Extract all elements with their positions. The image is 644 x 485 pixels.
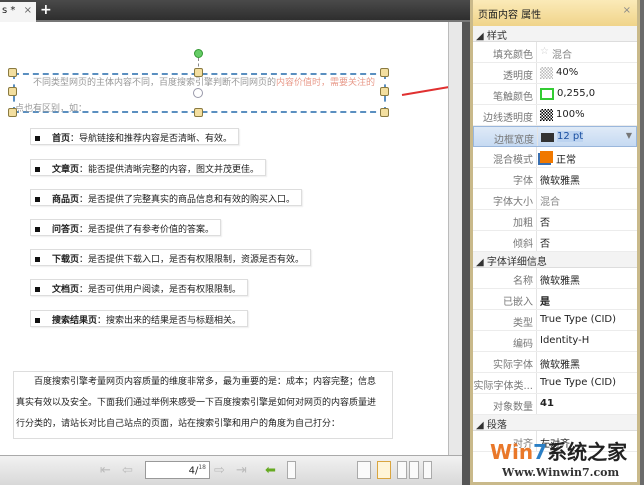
new-tab-button[interactable]: + [40, 2, 52, 18]
prop-object-count: 对象数量 41 [473, 394, 637, 415]
paragraph-line: 真实有效以及安全。下面我们通过举例来感受一下百度搜索引擎是如何对网页的内容质量进 [16, 398, 377, 408]
prop-font-size[interactable]: 字体大小 混合 [473, 189, 637, 210]
first-page-icon[interactable]: ⇤ [100, 463, 111, 479]
tab-bar: s * × + [0, 0, 470, 22]
splitter[interactable] [462, 22, 470, 485]
line-width-icon [541, 133, 554, 142]
prop-stroke-color[interactable]: 笔触颜色 0,255,0 [473, 84, 637, 105]
list-item[interactable]: 首页：导航链接和推荐内容是否清晰、有效。 [30, 128, 240, 145]
paragraph-line: 百度搜索引擎考量网页内容质量的维度非常多，最为重要的是：成本；内容完整；信息 [34, 377, 377, 387]
center-point-icon [193, 88, 203, 98]
paragraph-line: 行分类的，请站长对比自己站点的页面，站在搜索引擎和用户的角度为自己打分： [16, 419, 341, 429]
prop-encoding: 编码 Identity-H [473, 331, 637, 352]
prop-actual-font: 实际字体 微软雅黑 [473, 352, 637, 373]
prop-border-width[interactable]: 边框宽度 12 pt ▼ [473, 126, 637, 147]
paragraph-box[interactable]: 百度搜索引擎考量网页内容质量的维度非常多，最为重要的是：成本；内容完整；信息 真… [13, 371, 393, 439]
document-area: s * × + 不同类型网页的主体内容不同，百度搜索引擎判断不同网页的内容价值时，… [0, 0, 470, 485]
checker-icon [540, 109, 553, 121]
last-page-icon[interactable]: ⇥ [236, 463, 247, 479]
prop-font-type: 类型 True Type (CID) [473, 310, 637, 331]
resize-handle[interactable] [194, 68, 203, 77]
section-style[interactable]: ◢ 样式 [473, 26, 637, 42]
selected-text-line1: 不同类型网页的主体内容不同，百度搜索引擎判断不同网页的内容价值时，需要关注的 [33, 78, 376, 88]
resize-handle[interactable] [380, 108, 389, 117]
vertical-scrollbar[interactable] [448, 22, 462, 455]
panel-header: 页面内容 属性 × [473, 0, 637, 26]
section-font-details[interactable]: ◢ 字体详细信息 [473, 252, 637, 268]
back-view-icon[interactable]: ⬅ [265, 463, 276, 479]
two-page-icon[interactable] [409, 461, 419, 479]
continuous-page-icon[interactable] [377, 461, 391, 479]
list-item[interactable]: 商品页：是否提供了完整真实的商品信息和有效的购买入口。 [30, 189, 303, 206]
tab-document[interactable]: s * × [0, 2, 36, 22]
single-page-icon[interactable] [357, 461, 371, 479]
properties-panel: 页面内容 属性 × ◢ 样式 填充颜色 ☆ 混合 透明度 40% 笔触颜色 0,255,0… [470, 0, 640, 485]
page-number-input[interactable]: 4/18 [145, 461, 210, 479]
list-item[interactable]: 文档页：是否可供用户阅读，是否有权限限制。 [30, 279, 249, 296]
prop-embedded: 已嵌入是 [473, 289, 637, 310]
two-page-icon[interactable] [397, 461, 407, 479]
list-item[interactable]: 下载页：是否提供下载入口，是否有权限限制，资源是否有效。 [30, 249, 312, 266]
view-dropdown[interactable] [287, 461, 296, 479]
resize-handle[interactable] [8, 87, 17, 96]
resize-handle[interactable] [8, 108, 17, 117]
rotate-handle[interactable] [194, 49, 203, 58]
close-panel-icon[interactable]: × [623, 5, 631, 16]
prop-italic[interactable]: 倾斜否 [473, 231, 637, 252]
resize-handle[interactable] [194, 108, 203, 117]
list-item[interactable]: 文章页：能否提供清晰完整的内容，图文并茂更佳。 [30, 159, 267, 176]
tab-label: s * [2, 5, 16, 16]
selected-text-line2: 点也有区别，如： [15, 104, 88, 114]
star-icon: ☆ [540, 46, 549, 57]
prop-alignment[interactable]: 对齐 左对齐 [473, 431, 637, 452]
list-item[interactable]: 搜索结果页：搜索出来的结果是否与标题相关。 [30, 310, 249, 327]
prop-blend-mode[interactable]: 混合模式 正常 [473, 147, 637, 168]
stroke-swatch-icon [540, 88, 554, 100]
prop-actual-font-type: 实际字体类... True Type (CID) [473, 373, 637, 394]
blend-icon [540, 151, 553, 163]
prop-border-opacity[interactable]: 边线透明度 100% [473, 105, 637, 126]
resize-handle[interactable] [380, 68, 389, 77]
chevron-down-icon: ▼ [625, 131, 632, 140]
bottom-toolbar: ⇤ ⇦ 4/18 ⇨ ⇥ ⬅ [0, 455, 462, 485]
close-tab-icon[interactable]: × [24, 5, 32, 16]
prop-font[interactable]: 字体 微软雅黑 [473, 168, 637, 189]
panel-title: 页面内容 属性 [478, 10, 542, 21]
layout-dropdown[interactable] [423, 461, 432, 479]
prev-page-icon[interactable]: ⇦ [122, 463, 133, 479]
resize-handle[interactable] [380, 87, 389, 96]
resize-handle[interactable] [8, 68, 17, 77]
list-item[interactable]: 问答页：是否提供了有参考价值的答案。 [30, 219, 222, 236]
prop-bold[interactable]: 加粗否 [473, 210, 637, 231]
checker-icon [540, 67, 553, 79]
prop-opacity[interactable]: 透明度 40% [473, 63, 637, 84]
next-page-icon[interactable]: ⇨ [214, 463, 225, 479]
section-paragraph[interactable]: ◢ 段落 [473, 415, 637, 431]
prop-fill-color[interactable]: 填充颜色 ☆ 混合 [473, 42, 637, 63]
prop-font-name: 名称 微软雅黑 [473, 268, 637, 289]
